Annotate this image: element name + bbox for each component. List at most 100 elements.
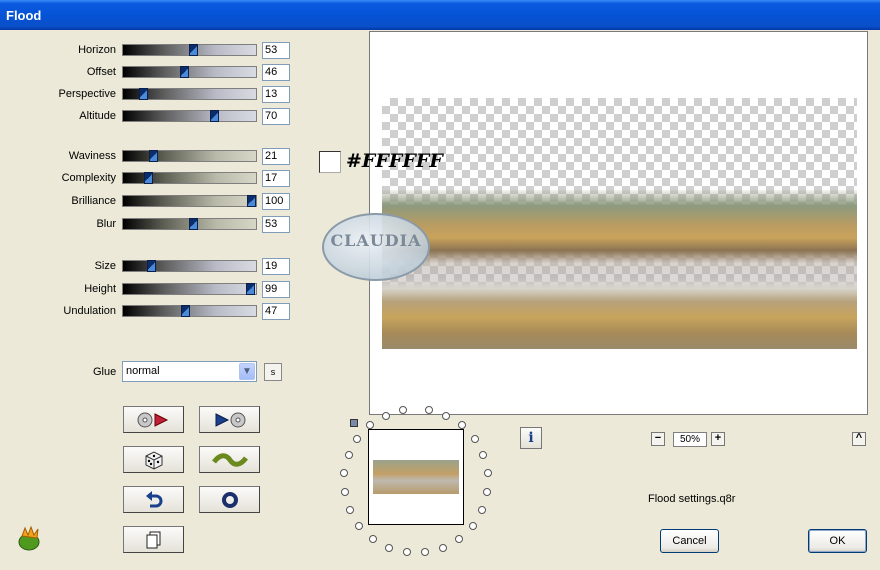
slider-thumb[interactable] [180,66,189,78]
dial-dot[interactable] [439,544,447,552]
dial-dot[interactable] [366,421,374,429]
flood-preview-image [382,190,857,349]
slider-thumb[interactable] [189,44,198,56]
slider-thumb[interactable] [144,172,153,184]
zoom-out-button[interactable]: − [651,432,665,446]
dial-dot[interactable] [484,469,492,477]
dial-dot[interactable] [340,469,348,477]
dial-dot[interactable] [483,488,491,496]
glue-label: Glue [93,366,117,378]
slider-value-input[interactable]: 99 [262,281,290,298]
undo-arrow-icon [145,490,162,507]
slider-track-perspective[interactable] [122,88,257,100]
slider-track-blur[interactable] [122,218,257,230]
preview-canvas[interactable] [369,31,868,415]
dial-dot[interactable] [369,535,377,543]
glue-select[interactable]: normal ▼ [122,361,257,382]
slider-thumb[interactable] [189,218,198,230]
dial-dot[interactable] [469,522,477,530]
dialog-body: Horizon 53 Offset 46 Perspective 13 Altitude 70… [0,30,880,570]
dial-dot[interactable] [471,435,479,443]
slider-label: Brilliance [71,195,116,207]
slider-track-offset[interactable] [122,66,257,78]
dial-dot[interactable] [399,406,407,414]
navigator-thumbnail[interactable] [368,429,464,525]
slider-row-perspective: Perspective 13 [0,86,300,104]
dial-dot[interactable] [479,451,487,459]
dial-dot[interactable] [345,451,353,459]
info-button[interactable]: i [520,427,542,449]
slider-value-input[interactable]: 47 [262,303,290,320]
slider-row-brilliance: Brilliance 100 [0,193,300,211]
slider-thumb[interactable] [147,260,156,272]
dial-dot[interactable] [421,548,429,556]
slider-track-height[interactable] [122,283,257,295]
reset-button[interactable] [199,486,260,513]
slider-track-complexity[interactable] [122,172,257,184]
play-disc-icon [215,412,245,427]
slider-thumb[interactable] [247,195,256,207]
undo-button[interactable] [123,486,184,513]
slider-track-size[interactable] [122,260,257,272]
slider-value-input[interactable]: 70 [262,108,290,125]
info-icon: i [528,430,534,446]
collapse-button[interactable]: ^ [852,432,866,446]
slider-value-input[interactable]: 17 [262,170,290,187]
cancel-button[interactable]: Cancel [660,529,719,553]
dial-dot[interactable] [403,548,411,556]
plus-icon: + [714,432,722,444]
slider-row-complexity: Complexity 17 [0,170,300,188]
caret-up-icon: ^ [855,432,863,444]
dial-dot[interactable] [478,506,486,514]
slider-thumb[interactable] [181,305,190,317]
app-logo-icon [18,526,40,551]
slider-value-input[interactable]: 100 [262,193,290,210]
window-title: Flood [6,8,42,23]
slider-track-horizon[interactable] [122,44,257,56]
dial-dot[interactable] [341,488,349,496]
slider-track-altitude[interactable] [122,110,257,122]
slider-label: Undulation [63,305,116,317]
slider-track-undulation[interactable] [122,305,257,317]
wave-button[interactable] [199,446,260,473]
slider-value-input[interactable]: 13 [262,86,290,103]
slider-track-brilliance[interactable] [122,195,257,207]
slider-thumb[interactable] [149,150,158,162]
slider-value-input[interactable]: 21 [262,148,290,165]
dial-dot[interactable] [425,406,433,414]
dial-dot[interactable] [458,421,466,429]
save-preset-button[interactable] [199,406,260,433]
slider-value-input[interactable]: 53 [262,216,290,233]
random-button[interactable] [123,446,184,473]
slider-thumb[interactable] [210,110,219,122]
zoom-level: 50% [673,432,707,447]
thumbnail-image [373,460,459,494]
color-swatch[interactable] [319,151,341,173]
slider-label: Horizon [78,44,116,56]
navigator-handle[interactable] [350,419,358,427]
glue-s-button[interactable]: s [264,363,282,381]
slider-track-waviness[interactable] [122,150,257,162]
dice-icon [145,450,162,470]
slider-label: Size [94,260,116,272]
watermark-logo: CLAUDIA [322,213,430,281]
zoom-in-button[interactable]: + [711,432,725,446]
dial-dot[interactable] [355,522,363,530]
load-preset-button[interactable] [123,406,184,433]
dial-dot[interactable] [455,535,463,543]
copy-button[interactable] [123,526,184,553]
slider-value-input[interactable]: 46 [262,64,290,81]
slider-thumb[interactable] [139,88,148,100]
ok-button[interactable]: OK [808,529,867,553]
slider-value-input[interactable]: 53 [262,42,290,59]
slider-row-undulation: Undulation 47 [0,303,300,321]
dial-dot[interactable] [346,506,354,514]
dial-dot[interactable] [353,435,361,443]
slider-value-input[interactable]: 19 [262,258,290,275]
minus-icon: − [654,432,662,444]
chevron-down-icon[interactable]: ▼ [239,363,255,380]
slider-thumb[interactable] [246,283,255,295]
dial-dot[interactable] [385,544,393,552]
dial-dot[interactable] [442,412,450,420]
dial-dot[interactable] [382,412,390,420]
